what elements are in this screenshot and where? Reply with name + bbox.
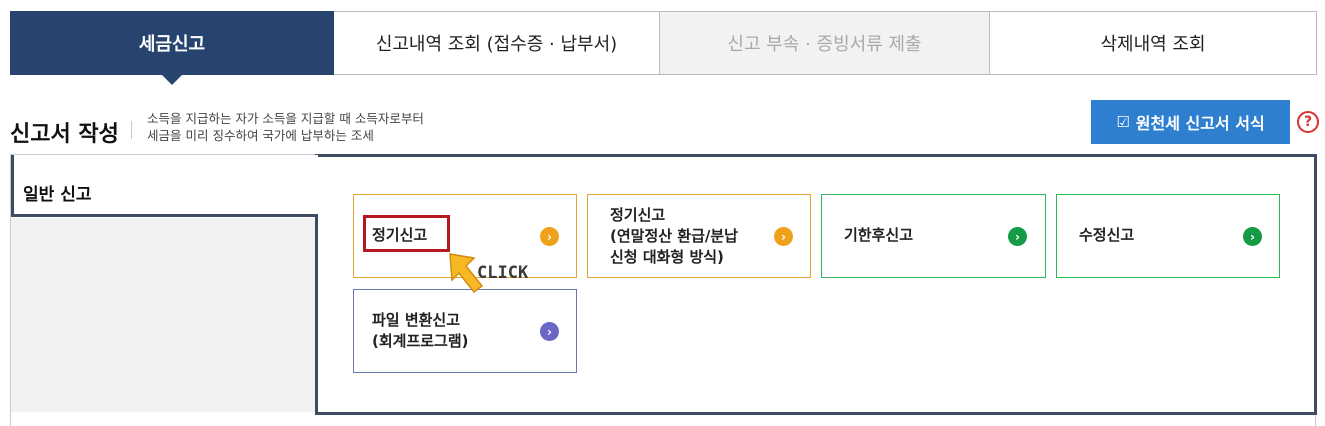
tab-label: 신고내역 조회 (접수증 · 납부서) bbox=[375, 34, 618, 55]
page-title: 신고서 작성 bbox=[10, 122, 119, 147]
subtab-gray-area bbox=[11, 218, 315, 412]
tab-label: 삭제내역 조회 bbox=[1100, 34, 1206, 55]
subtab-label: 일반 신고 bbox=[23, 185, 92, 205]
page-description: 소득을 지급하는 자가 소득을 지급할 때 소득자로부터 세금을 미리 징수하여… bbox=[147, 110, 424, 144]
tab-deleted-history[interactable]: 삭제내역 조회 bbox=[990, 11, 1317, 75]
option-label: 파일 변환신고 (회계프로그램) bbox=[372, 311, 469, 350]
option-file-conversion-filing[interactable]: 파일 변환신고 (회계프로그램) › bbox=[353, 289, 577, 373]
edit-icon: ☑ bbox=[1116, 113, 1130, 131]
tab-filing-history[interactable]: 신고내역 조회 (접수증 · 납부서) bbox=[334, 11, 660, 75]
divider bbox=[131, 121, 132, 139]
tab-submit-documents[interactable]: 신고 부속 · 증빙서류 제출 bbox=[660, 11, 990, 75]
chevron-right-icon: › bbox=[540, 322, 559, 341]
chevron-right-icon: › bbox=[1243, 227, 1262, 246]
tab-label: 신고 부속 · 증빙서류 제출 bbox=[727, 34, 922, 55]
option-label: 정기신고 (연말정산 환급/분납 신청 대화형 방식) bbox=[610, 206, 738, 266]
help-icon[interactable]: ? bbox=[1297, 111, 1319, 133]
click-highlight-box bbox=[363, 215, 450, 252]
chevron-right-icon: › bbox=[540, 227, 559, 246]
option-amended-filing[interactable]: 수정신고 › bbox=[1056, 194, 1280, 278]
button-label: 원천세 신고서 서식 bbox=[1135, 114, 1265, 133]
tab-label: 세금신고 bbox=[138, 34, 206, 55]
option-label: 수정신고 bbox=[1079, 226, 1135, 244]
option-regular-filing-interactive[interactable]: 정기신고 (연말정산 환급/분납 신청 대화형 방식) › bbox=[587, 194, 811, 278]
click-annotation: CLICK bbox=[477, 263, 529, 283]
withholding-form-button[interactable]: ☑ 원천세 신고서 서식 bbox=[1091, 100, 1290, 144]
option-late-filing[interactable]: 기한후신고 › bbox=[821, 194, 1046, 278]
option-label: 기한후신고 bbox=[844, 226, 914, 244]
description-line: 세금을 미리 징수하여 국가에 납부하는 조세 bbox=[147, 128, 374, 143]
chevron-right-icon: › bbox=[1008, 227, 1027, 246]
tab-tax-filing[interactable]: 세금신고 bbox=[10, 11, 334, 85]
top-tabs: 세금신고 신고내역 조회 (접수증 · 납부서) 신고 부속 · 증빙서류 제출… bbox=[10, 11, 1317, 85]
chevron-right-icon: › bbox=[774, 227, 793, 246]
description-line: 소득을 지급하는 자가 소득을 지급할 때 소득자로부터 bbox=[147, 111, 424, 126]
panel-border-top bbox=[318, 154, 1317, 157]
